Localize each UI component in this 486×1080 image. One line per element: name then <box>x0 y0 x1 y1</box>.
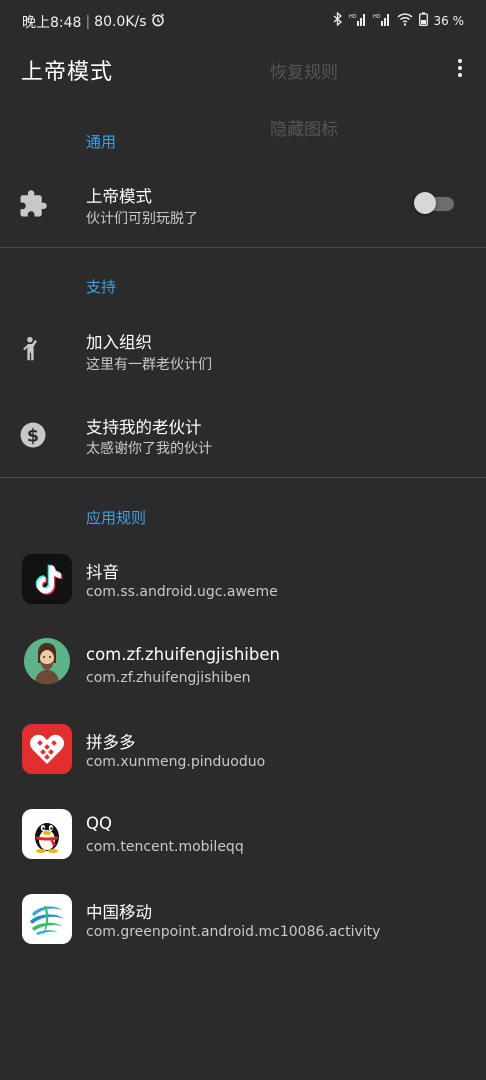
app-rule-item[interactable]: 抖音 com.ss.android.ugc.aweme <box>0 540 486 620</box>
app-rule-item[interactable]: 拼多多 com.xunmeng.pinduoduo <box>0 710 486 790</box>
status-time: 晚上8:48 <box>22 15 82 31</box>
app-package: com.ss.android.ugc.aweme <box>86 584 278 600</box>
app-name: 中国移动 <box>86 903 152 922</box>
network-speed: 80.0K/s <box>94 14 147 30</box>
avatar-man-icon <box>24 638 70 684</box>
signal-icon-2: HD <box>373 12 391 29</box>
battery-level: 36 % <box>433 13 465 28</box>
app-package: com.zf.zhuifengjishiben <box>86 670 251 686</box>
god-mode-toggle[interactable] <box>414 192 456 214</box>
app-rule-item[interactable]: 中国移动 com.greenpoint.android.mc10086.acti… <box>0 880 486 960</box>
alarm-icon <box>151 13 165 31</box>
donate-title: 支持我的老伙计 <box>86 418 202 437</box>
donate-row[interactable]: $ 支持我的老伙计 太感谢你了我的伙计 <box>0 395 486 475</box>
app-name: QQ <box>86 814 112 833</box>
puzzle-icon <box>18 189 48 219</box>
section-header-support: 支持 <box>86 278 117 296</box>
divider <box>0 247 486 248</box>
join-group-row[interactable]: 加入组织 这里有一群老伙计们 <box>0 309 486 389</box>
person-waving-icon <box>18 334 48 364</box>
tiktok-icon <box>22 554 72 604</box>
china-mobile-icon <box>22 894 72 944</box>
page-title: 上帝模式 <box>21 60 114 85</box>
section-header-general: 通用 <box>86 133 117 151</box>
join-group-title: 加入组织 <box>86 333 152 352</box>
signal-icon: HD <box>349 12 367 29</box>
donate-subtitle: 太感谢你了我的伙计 <box>86 441 212 457</box>
dollar-coin-icon: $ <box>18 420 48 450</box>
pinduoduo-icon <box>22 724 72 774</box>
section-header-app-rules: 应用规则 <box>86 509 147 527</box>
battery-icon <box>418 12 428 29</box>
status-bar: 晚上8:48 | 80.0K/s HD HD 36 % <box>0 0 486 40</box>
qq-penguin-icon <box>22 809 72 859</box>
wifi-icon <box>396 12 413 29</box>
app-name: 拼多多 <box>86 733 136 752</box>
god-mode-subtitle: 伙计们可别玩脱了 <box>86 211 198 227</box>
app-package: com.greenpoint.android.mc10086.activity <box>86 924 381 940</box>
app-rule-item[interactable]: com.zf.zhuifengjishiben com.zf.zhuifengj… <box>0 625 486 705</box>
god-mode-setting-row[interactable]: 上帝模式 伙计们可别玩脱了 <box>0 163 486 243</box>
god-mode-title: 上帝模式 <box>86 187 152 206</box>
more-options-icon[interactable] <box>448 56 472 84</box>
app-name: com.zf.zhuifengjishiben <box>86 645 280 664</box>
app-rule-item[interactable]: QQ com.tencent.mobileqq <box>0 795 486 875</box>
svg-text:$: $ <box>27 426 39 446</box>
app-name: 抖音 <box>86 563 119 582</box>
svg-text:HD: HD <box>373 14 381 20</box>
app-bar: 上帝模式 <box>0 40 486 102</box>
app-package: com.xunmeng.pinduoduo <box>86 754 266 770</box>
bluetooth-icon <box>333 11 343 29</box>
app-package: com.tencent.mobileqq <box>86 839 244 855</box>
divider <box>0 477 486 478</box>
menu-item-hide-icon[interactable]: 隐藏图标 <box>270 115 338 140</box>
svg-text:HD: HD <box>349 14 357 20</box>
join-group-subtitle: 这里有一群老伙计们 <box>86 357 212 373</box>
menu-item-restore-rules[interactable]: 恢复规则 <box>270 58 338 83</box>
